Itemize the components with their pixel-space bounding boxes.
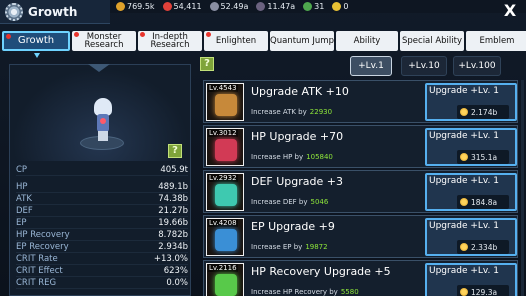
upgrade-help-button[interactable]: ? [200, 57, 214, 71]
upgrade-ep-button[interactable]: Upgrade +Lv. 1 2.334b [425, 218, 517, 256]
stat-row: CRIT Effect 623% [16, 266, 188, 277]
upgrade-atk-button[interactable]: Upgrade +Lv. 1 2.174b [425, 83, 517, 121]
stat-row: EP Recovery 2.934b [16, 242, 188, 253]
stat-row: CRIT REG 0.0% [16, 278, 188, 289]
upgrade-icon-box: Lv.2932 [206, 173, 244, 211]
notification-dot [6, 34, 11, 39]
tab-special-ability[interactable]: Special Ability [400, 31, 464, 51]
level-plus-100-button[interactable]: +Lv.100 [453, 56, 501, 76]
shard-icon [209, 2, 219, 11]
upgrade-icon-box: Lv.4543 [206, 83, 244, 121]
window-title: Growth [28, 4, 78, 19]
notification-dot [206, 32, 211, 37]
tab-monster-research[interactable]: Monster Research [72, 31, 136, 51]
gold-coin-icon [460, 198, 468, 206]
gold-coin-icon [460, 108, 468, 116]
character-sprite [92, 98, 114, 142]
upgrade-row-hp-recovery: Lv.2116 HP Recovery Upgrade +5 Increase … [203, 260, 518, 296]
currency-shard: 52.49a [206, 0, 253, 13]
currency-gold: 769.5k [112, 0, 159, 13]
stat-row: CRIT Rate +13.0% [16, 254, 188, 265]
upgrade-row-hp: Lv.3012 HP Upgrade +70 Increase HP by 105… [203, 125, 518, 168]
tab-emblem[interactable]: Emblem [466, 31, 526, 51]
upgrade-row-ep: Lv.4208 EP Upgrade +9 Increase EP by 1987… [203, 215, 518, 258]
green-orb-icon [303, 2, 313, 11]
close-button[interactable]: X [500, 1, 520, 21]
notification-dot [74, 32, 79, 37]
stats-list: CP 405.9t HP 489.1b ATK 74.38b DEF 21.27b EP… [16, 164, 188, 289]
character-panel: ? CP 405.9t HP 489.1b ATK 74.38b DEF 21.27b … [9, 64, 191, 296]
active-tab-marker [34, 53, 40, 58]
gold-coin-icon [116, 2, 125, 11]
gold-bar-icon [332, 2, 342, 11]
upgrade-def-button[interactable]: Upgrade +Lv. 1 184.8a [425, 173, 517, 211]
gear-icon [5, 2, 23, 21]
currency-green-orb: 31 [299, 0, 328, 13]
gold-coin-icon [460, 153, 468, 161]
shield-icon [215, 184, 237, 206]
upgrade-hp-button[interactable]: Upgrade +Lv. 1 315.1a [425, 128, 517, 166]
upgrade-hp-recovery-button[interactable]: Upgrade +Lv. 1 129.3a [425, 263, 517, 296]
upgrade-icon-box: Lv.4208 [206, 218, 244, 256]
dark-orb-icon [256, 2, 266, 11]
red-gem-icon [162, 2, 172, 11]
stat-row: ATK 74.38b [16, 194, 188, 205]
currency-gold-bar: 0 [328, 0, 352, 13]
gold-coin-icon [460, 288, 468, 296]
gold-coin-icon [460, 243, 468, 251]
stat-row: DEF 21.27b [16, 206, 188, 217]
character-preview: ? [12, 68, 188, 161]
stats-help-button[interactable]: ? [168, 144, 182, 158]
stat-row: EP 19.66b [16, 218, 188, 229]
tab-growth[interactable]: Growth [2, 31, 70, 51]
currency-bar: 769.5k 54,411 52.49a 11.47a 31 0 [112, 0, 352, 13]
upgrade-row-atk: Lv.4543 Upgrade ATK +10 Increase ATK by 2… [203, 80, 518, 123]
level-plus-10-button[interactable]: +Lv.10 [401, 56, 447, 76]
tab-ability[interactable]: Ability [336, 31, 398, 51]
sword-icon [215, 94, 237, 116]
currency-red-gem: 54,411 [159, 0, 206, 13]
energy-icon [215, 229, 237, 251]
upgrade-list: Lv.4543 Upgrade ATK +10 Increase ATK by 2… [203, 80, 518, 296]
currency-dark-orb: 11.47a [252, 0, 299, 13]
tab-bar: Growth Monster Research In-depth Researc… [2, 31, 526, 51]
tab-enlighten[interactable]: Enlighten [204, 31, 268, 51]
tab-in-depth-research[interactable]: In-depth Research [138, 31, 202, 51]
upgrade-row-def: Lv.2932 DEF Upgrade +3 Increase DEF by 50… [203, 170, 518, 213]
upgrade-icon-box: Lv.3012 [206, 128, 244, 166]
upgrade-icon-box: Lv.2116 [206, 263, 244, 296]
tab-quantum-jump[interactable]: Quantum Jump [270, 31, 334, 51]
stat-row: HP 489.1b [16, 182, 188, 193]
heart-icon [215, 139, 237, 161]
notification-dot [140, 32, 145, 37]
growth-screen: Growth 769.5k 54,411 52.49a 11.47a 31 0 … [0, 0, 526, 296]
green-heart-icon [215, 274, 237, 296]
list-scrollbar[interactable] [521, 80, 524, 296]
window-title-bar: Growth [0, 0, 110, 24]
stat-row: CP 405.9t [16, 165, 188, 176]
stat-row: HP Recovery 8.782b [16, 230, 188, 241]
level-plus-1-button[interactable]: +Lv.1 [350, 56, 392, 76]
